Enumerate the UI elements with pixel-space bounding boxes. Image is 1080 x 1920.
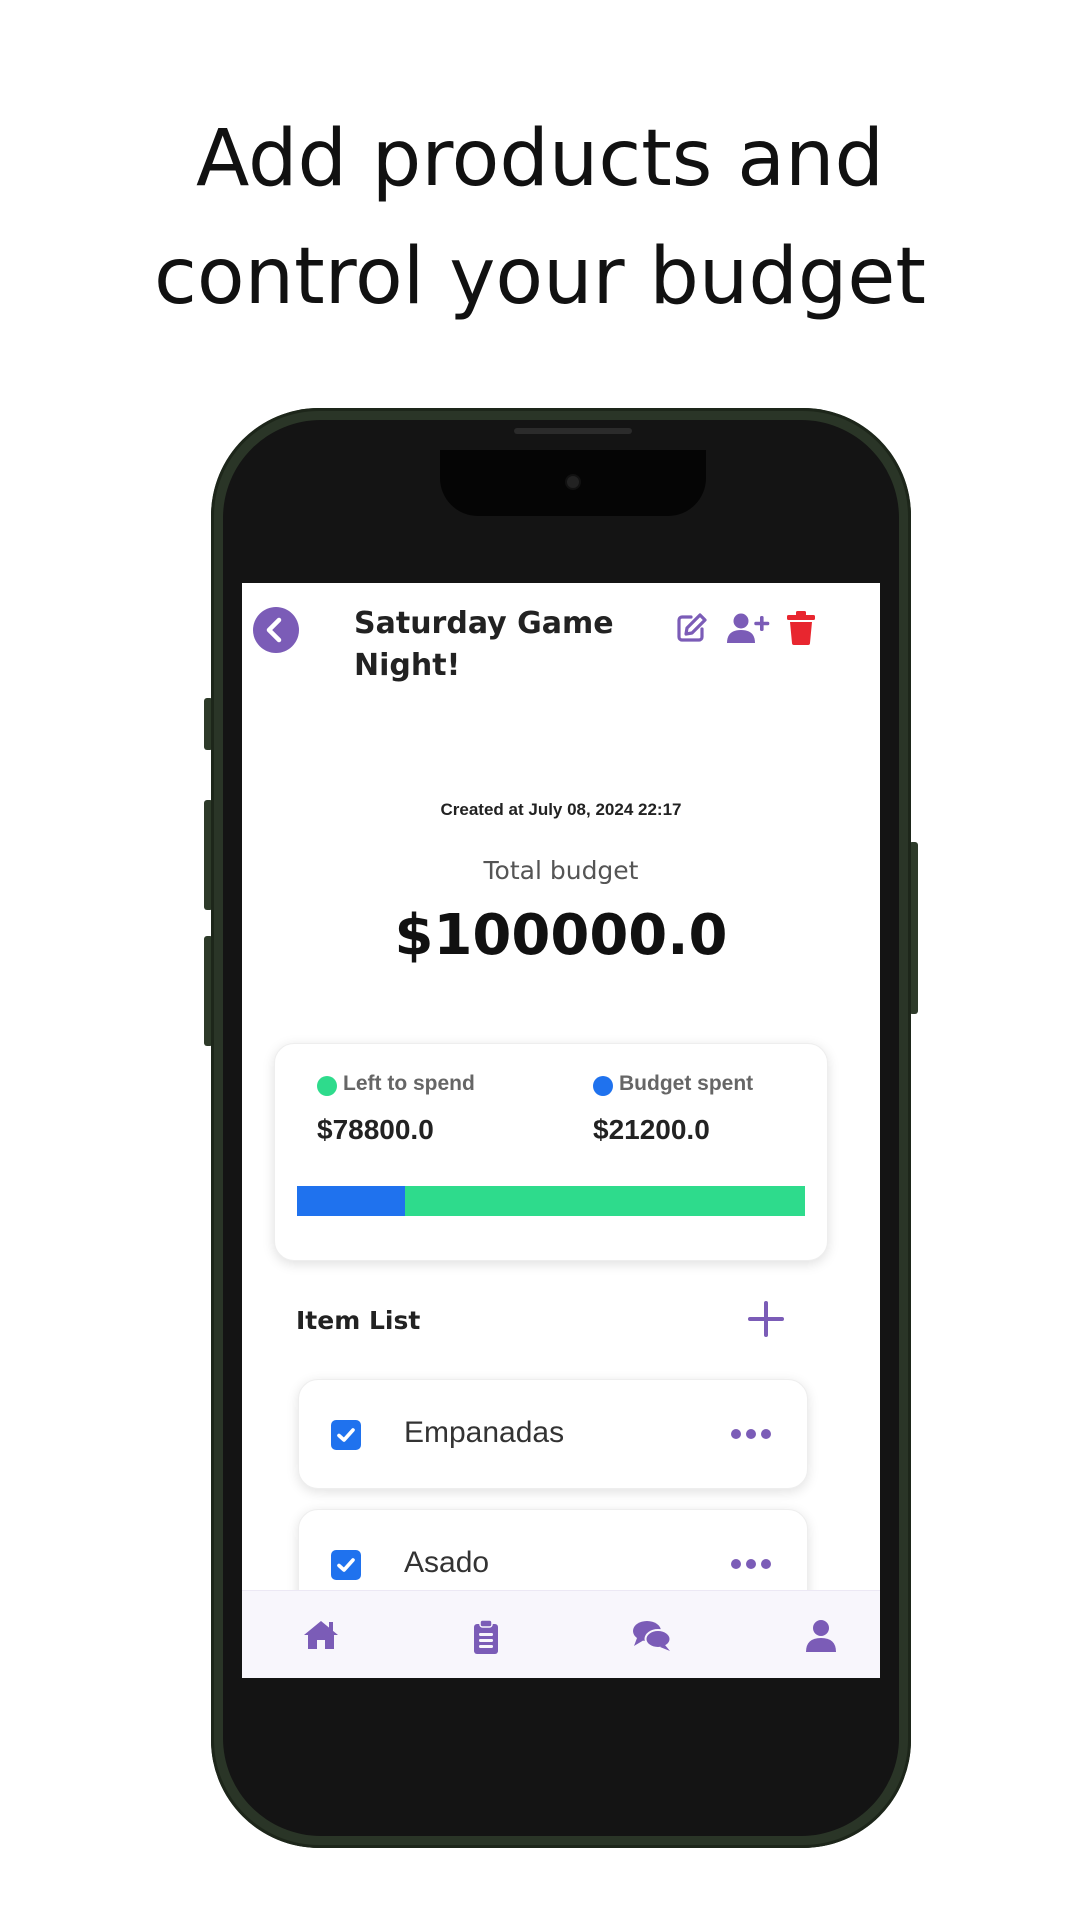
bottom-nav (242, 1590, 880, 1678)
left-to-spend-value: $78800.0 (317, 1114, 434, 1145)
budget-spent-fill (297, 1186, 405, 1216)
budget-spent-dot (593, 1076, 613, 1096)
budget-progress-bar (297, 1186, 805, 1216)
profile-icon[interactable] (805, 1619, 837, 1653)
headline-line-2: control your budget (154, 232, 926, 322)
left-to-spend-dot (317, 1076, 337, 1096)
trash-icon[interactable] (786, 611, 816, 645)
more-options-icon[interactable] (730, 1558, 772, 1570)
budget-summary-card: Left to spend $78800.0 Budget spent $212… (274, 1043, 828, 1261)
item-checkbox[interactable] (331, 1550, 361, 1580)
list-item[interactable]: Empanadas (298, 1379, 808, 1489)
app-screen: Saturday Game Night! Created at July 08,… (242, 583, 880, 1678)
more-options-icon[interactable] (730, 1428, 772, 1440)
clipboard-list-icon[interactable] (472, 1619, 500, 1655)
phone-notch (440, 450, 706, 516)
home-icon[interactable] (302, 1619, 340, 1651)
left-to-spend-fill (404, 1186, 805, 1216)
chat-icon[interactable] (632, 1619, 672, 1653)
camera-icon (567, 476, 579, 488)
page-title: Saturday Game Night! (354, 606, 614, 683)
phone-speaker (514, 428, 632, 434)
total-budget-value: $100000.0 (394, 903, 728, 968)
item-list-title: Item List (296, 1306, 421, 1335)
edit-icon[interactable] (674, 611, 708, 645)
headline: Add products and control your budget (0, 100, 1080, 336)
back-arrow-icon (266, 617, 282, 643)
add-item-icon[interactable] (744, 1297, 788, 1341)
total-budget-label: Total budget (483, 856, 639, 885)
item-name: Asado (404, 1546, 490, 1579)
budget-spent-value: $21200.0 (593, 1114, 710, 1145)
add-user-icon[interactable] (726, 611, 770, 645)
check-icon (337, 1558, 355, 1572)
created-at-text: Created at July 08, 2024 22:17 (440, 800, 682, 819)
left-to-spend-label: Left to spend (343, 1072, 475, 1095)
budget-spent-label: Budget spent (619, 1072, 754, 1095)
headline-line-1: Add products and (196, 114, 884, 204)
item-name: Empanadas (404, 1416, 565, 1449)
check-icon (337, 1428, 355, 1442)
back-button[interactable] (253, 607, 299, 653)
item-checkbox[interactable] (331, 1420, 361, 1450)
